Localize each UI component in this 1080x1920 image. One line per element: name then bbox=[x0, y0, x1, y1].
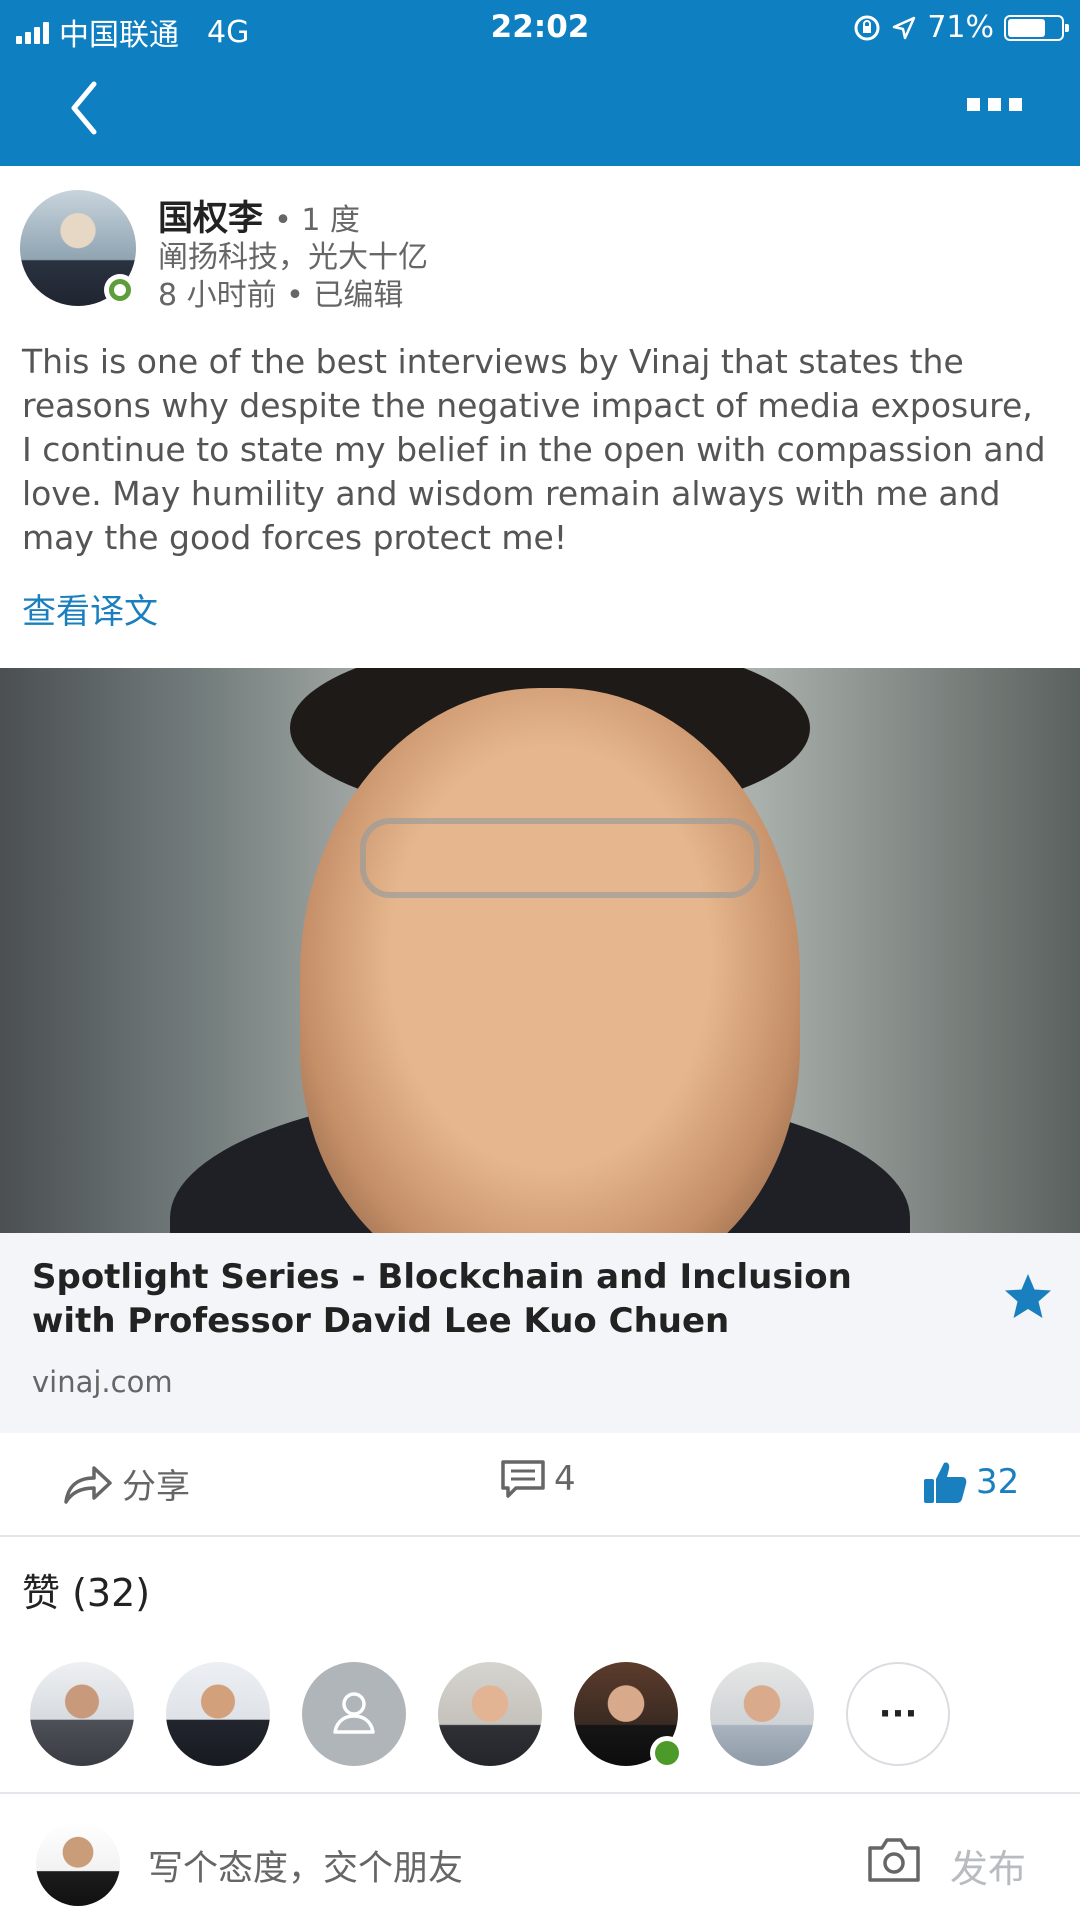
link-domain: vinaj.com bbox=[32, 1365, 173, 1399]
link-preview-card[interactable]: Spotlight Series - Blockchain and Inclus… bbox=[0, 1233, 1080, 1433]
comment-input[interactable]: 写个态度，交个朋友 bbox=[148, 1840, 463, 1891]
location-arrow-icon bbox=[893, 16, 916, 39]
link-title[interactable]: Spotlight Series - Blockchain and Inclus… bbox=[32, 1255, 912, 1343]
rotation-lock-icon bbox=[854, 15, 880, 40]
my-avatar bbox=[36, 1822, 120, 1906]
battery-percent: 71% bbox=[927, 10, 994, 45]
likes-heading: 赞 (32) bbox=[22, 1571, 151, 1615]
post-text: This is one of the best interviews by Vi… bbox=[22, 342, 1046, 557]
like-button[interactable]: 32 bbox=[922, 1459, 1019, 1505]
comment-count: 4 bbox=[554, 1459, 576, 1499]
camera-icon[interactable] bbox=[866, 1834, 922, 1884]
top-bar: 中国联通 4G 22:02 71% bbox=[0, 0, 1080, 166]
comment-button[interactable]: 4 bbox=[500, 1459, 576, 1499]
thumbs-up-icon bbox=[924, 1462, 967, 1503]
liker-avatar-placeholder[interactable] bbox=[302, 1662, 406, 1766]
more-dots-icon[interactable] bbox=[967, 98, 1022, 111]
comment-icon bbox=[501, 1460, 545, 1498]
more-likers-button[interactable]: ··· bbox=[846, 1662, 950, 1766]
star-icon[interactable] bbox=[1002, 1271, 1054, 1323]
post-actions: 分享 4 32 bbox=[0, 1433, 1080, 1537]
chevron-left-icon[interactable] bbox=[64, 78, 104, 138]
status-bar: 中国联通 4G 22:02 71% bbox=[0, 0, 1080, 55]
liker-avatar[interactable] bbox=[30, 1662, 134, 1766]
person-placeholder-icon bbox=[333, 1692, 375, 1734]
likers-row: ··· bbox=[30, 1662, 950, 1770]
online-status-icon bbox=[104, 274, 136, 306]
post-image[interactable] bbox=[0, 668, 1080, 1233]
share-arrow-icon bbox=[64, 1465, 112, 1504]
status-right: 71% bbox=[853, 10, 1069, 45]
liker-avatar[interactable] bbox=[166, 1662, 270, 1766]
battery-icon bbox=[1004, 14, 1069, 41]
online-status-icon bbox=[650, 1736, 684, 1770]
liker-avatar[interactable] bbox=[574, 1662, 684, 1770]
share-label: 分享 bbox=[122, 1467, 190, 1507]
post-meta: 8 小时前 • 已编辑 bbox=[158, 278, 404, 313]
like-count: 32 bbox=[976, 1462, 1020, 1502]
see-translation-link[interactable]: 查看译文 bbox=[22, 584, 158, 633]
liker-avatar[interactable] bbox=[710, 1662, 814, 1766]
compose-bar: 写个态度，交个朋友 发布 bbox=[0, 1792, 1080, 1920]
share-button[interactable]: 分享 bbox=[62, 1459, 190, 1508]
publish-button[interactable]: 发布 bbox=[950, 1838, 1026, 1893]
post-header[interactable]: 国权李 • 1 度 阐扬科技，光大十亿 8 小时前 • 已编辑 bbox=[20, 190, 1060, 315]
liker-avatar[interactable] bbox=[438, 1662, 542, 1766]
